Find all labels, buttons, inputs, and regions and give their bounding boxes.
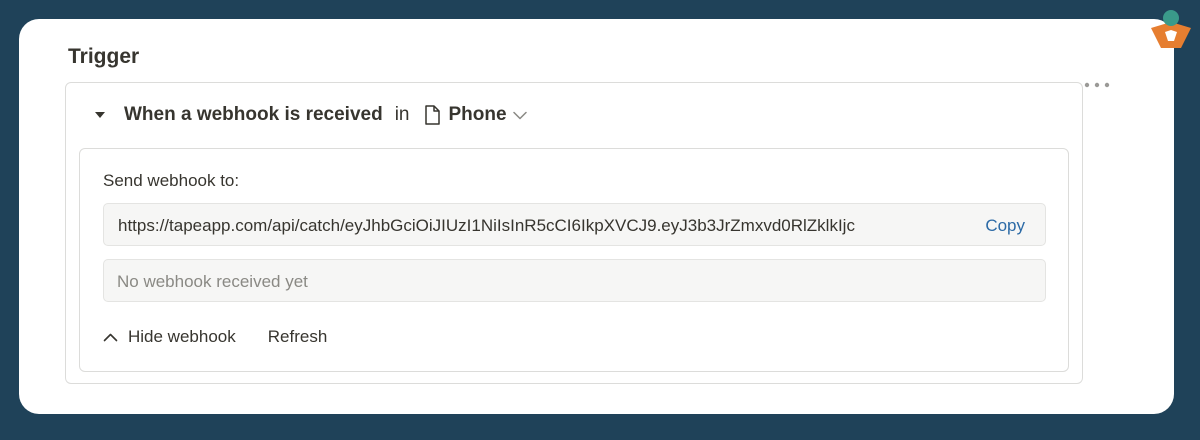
trigger-title[interactable]: When a webhook is received <box>124 104 383 126</box>
trigger-header: When a webhook is received in Phone <box>66 83 1082 147</box>
chevron-up-icon <box>103 333 118 342</box>
caret-down-icon[interactable] <box>92 111 108 119</box>
send-webhook-label: Send webhook to: <box>103 171 240 190</box>
more-horizontal-icon[interactable] <box>1081 75 1113 95</box>
chevron-down-icon <box>512 111 527 120</box>
trigger-card: Trigger When a webhook is received in Ph… <box>19 19 1174 414</box>
trigger-block: When a webhook is received in Phone Send… <box>65 82 1083 384</box>
in-label: in <box>394 104 410 125</box>
database-name: Phone <box>448 104 507 125</box>
section-title: Trigger <box>68 45 140 68</box>
webhook-url-field[interactable]: https://tapeapp.com/api/catch/eyJhbGciOi… <box>103 203 1046 246</box>
webhook-actions: Hide webhook Refresh <box>103 327 327 347</box>
stage: Trigger When a webhook is received in Ph… <box>0 0 1200 440</box>
database-selector[interactable]: Phone <box>424 104 527 126</box>
hide-webhook-button[interactable]: Hide webhook <box>103 327 236 347</box>
webhook-url[interactable]: https://tapeapp.com/api/catch/eyJhbGciOi… <box>118 216 964 236</box>
brand-logo-icon <box>1148 8 1194 52</box>
refresh-button[interactable]: Refresh <box>268 327 328 347</box>
document-icon <box>424 105 440 125</box>
webhook-panel: Send webhook to: https://tapeapp.com/api… <box>79 148 1069 372</box>
copy-button[interactable]: Copy <box>985 216 1025 236</box>
webhook-status: No webhook received yet <box>103 259 1046 302</box>
hide-webhook-label: Hide webhook <box>128 327 236 346</box>
